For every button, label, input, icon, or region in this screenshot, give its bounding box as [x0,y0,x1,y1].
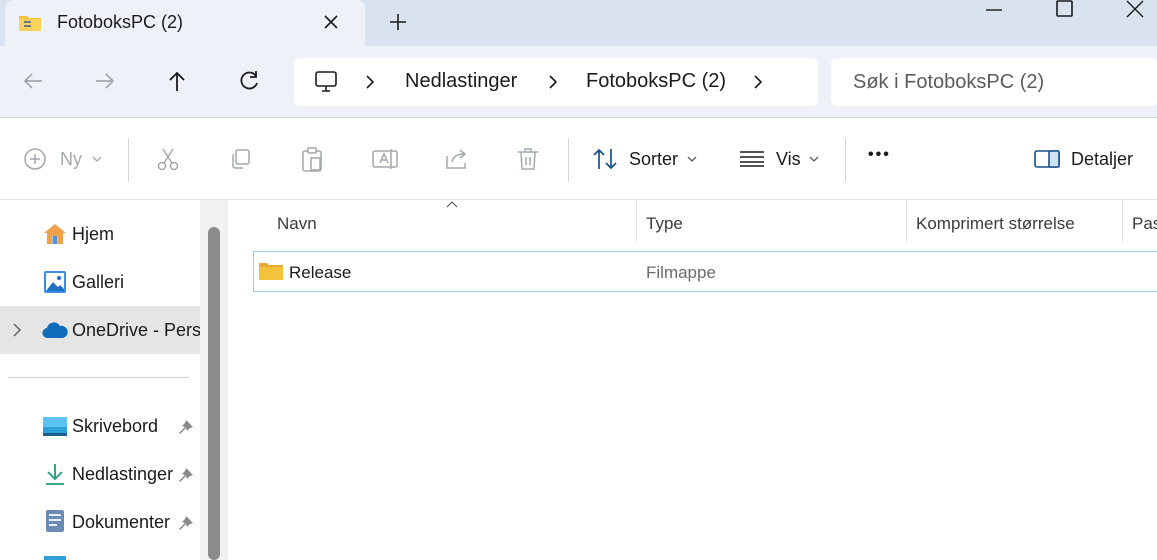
divider [128,138,129,182]
new-button[interactable]: Ny [14,138,114,180]
sort-label: Sorter [629,149,679,169]
sidebar-item-label: Dokumenter [72,512,171,532]
onedrive-cloud-icon [42,321,68,339]
pin-icon[interactable] [178,465,194,483]
command-bar: Ny Sorter Vis ••• Detaljer [0,118,1157,200]
column-header-password[interactable]: Pas [1132,214,1157,234]
chevron-down-icon [809,156,819,163]
chevron-right-icon[interactable] [12,323,22,337]
search-placeholder: Søk i FotoboksPC (2) [853,71,1045,93]
new-label: Ny [60,149,82,169]
desktop-icon [43,417,67,437]
column-header-name[interactable]: Navn [277,214,317,234]
sidebar-item-label: Galleri [72,272,125,292]
this-pc-icon [314,71,338,93]
scrollbar-thumb[interactable] [208,227,220,560]
details-pane-icon [1034,150,1060,168]
tab-title: FotoboksPC (2) [57,12,184,32]
navigation-pane: Hjem Galleri OneDrive - Perso Skrivebord… [0,200,228,560]
forward-arrow-icon[interactable] [94,70,116,92]
sidebar-item-label: Nedlastinger [72,464,174,484]
maximize-button[interactable] [1056,0,1073,17]
cut-icon[interactable] [156,147,180,171]
sort-arrows-icon [592,148,618,170]
column-divider[interactable] [636,200,637,242]
file-type: Filmappe [646,263,716,282]
sort-button[interactable]: Sorter [584,138,714,180]
chevron-down-icon [687,156,697,163]
sidebar-item-nedlastinger[interactable]: Nedlastinger [0,450,200,498]
column-divider[interactable] [1122,200,1123,242]
sidebar-item-label: Skrivebord [72,416,159,436]
title-bar: FotoboksPC (2) [0,0,1157,46]
sidebar-item-galleri[interactable]: Galleri [0,258,200,306]
breadcrumb-fotobokspc[interactable]: FotoboksPC (2) [586,70,726,93]
close-tab-icon[interactable] [321,12,341,32]
sort-ascending-icon [446,201,458,208]
pin-icon[interactable] [178,417,194,435]
address-field[interactable]: Nedlastinger FotoboksPC (2) [294,58,818,106]
sidebar-item-dokumenter[interactable]: Dokumenter [0,498,200,546]
chevron-right-icon[interactable] [753,75,763,89]
divider [8,377,189,378]
table-row[interactable]: Release Filmappe [253,251,1157,292]
sidebar-item-label: Hjem [72,224,115,244]
chevron-right-icon[interactable] [548,75,558,89]
sidebar-item-onedrive[interactable]: OneDrive - Perso [0,306,200,354]
chevron-down-icon [92,156,102,163]
more-options-button[interactable]: ••• [868,146,891,164]
refresh-icon[interactable] [238,70,260,92]
folder-zip-icon [18,13,42,33]
sidebar-scrollbar[interactable] [200,200,228,560]
new-tab-button[interactable] [388,12,408,32]
folder-icon [259,262,283,281]
details-label: Detaljer [1071,149,1134,169]
next-item-icon [44,556,66,560]
column-header-compressed-size[interactable]: Komprimert størrelse [916,214,1075,234]
copy-icon[interactable] [228,147,252,171]
navigation-bar: Nedlastinger FotoboksPC (2) Søk i Fotobo… [0,46,1157,118]
pin-icon[interactable] [178,513,194,531]
sidebar-item-skrivebord[interactable]: Skrivebord [0,402,200,450]
home-icon [43,223,67,245]
view-lines-icon [740,151,764,167]
file-list: Navn Type Komprimert størrelse Pas Relea… [228,200,1157,560]
divider [568,138,569,182]
details-button[interactable]: Detaljer [1026,138,1151,180]
divider [845,138,846,182]
breadcrumb-nedlastinger[interactable]: Nedlastinger [405,70,517,93]
add-circle-icon [24,148,46,170]
column-header-type[interactable]: Type [646,214,683,234]
search-input[interactable]: Søk i FotoboksPC (2) [831,58,1157,106]
file-name[interactable]: Release [289,263,351,283]
rename-icon[interactable] [372,147,398,171]
documents-icon [46,510,64,532]
chevron-right-icon[interactable] [365,75,375,89]
close-window-button[interactable] [1126,0,1144,18]
minimize-button[interactable] [986,8,1002,12]
paste-icon[interactable] [300,147,324,173]
up-arrow-icon[interactable] [166,70,188,92]
delete-icon[interactable] [516,147,540,171]
column-divider[interactable] [906,200,907,242]
view-button[interactable]: Vis [732,138,832,180]
gallery-icon [43,270,67,294]
share-icon[interactable] [444,147,470,171]
back-arrow-icon[interactable] [22,70,44,92]
download-icon [45,463,65,485]
sidebar-item-hjem[interactable]: Hjem [0,210,200,258]
sidebar-item-label: OneDrive - Perso [72,320,200,340]
view-label: Vis [776,149,801,169]
tab-fotobokspc[interactable]: FotoboksPC (2) [5,0,365,46]
